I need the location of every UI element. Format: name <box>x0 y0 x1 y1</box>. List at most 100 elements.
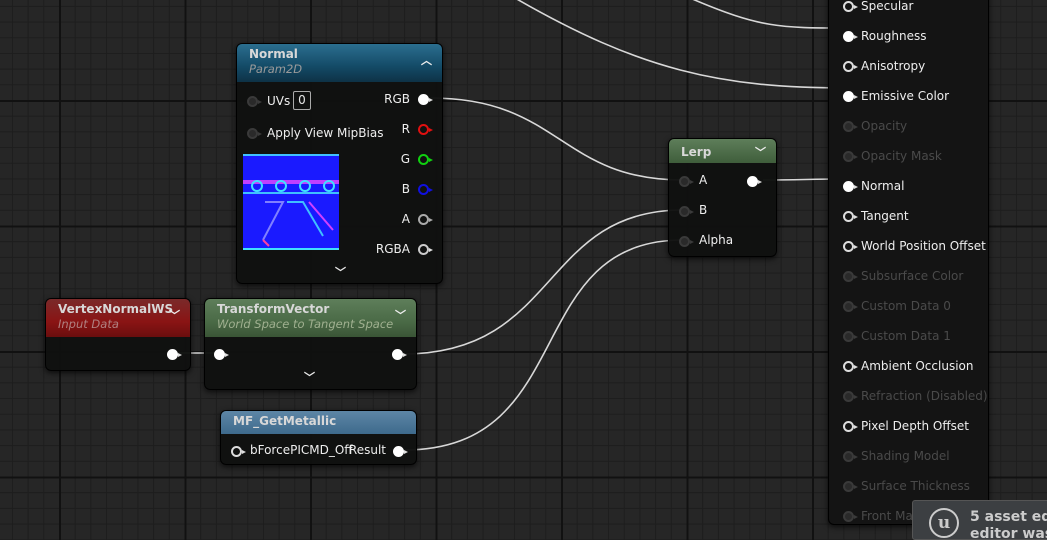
chevron-down-icon[interactable]: ﹀ <box>169 307 180 323</box>
wire-to-emissive <box>516 0 848 89</box>
g-output-pin[interactable] <box>418 154 433 165</box>
material-pin-label: Custom Data 0 <box>861 299 951 313</box>
material-pin-label: Surface Thickness <box>861 479 970 493</box>
node-subtitle: World Space to Tangent Space <box>217 317 394 331</box>
normal-map-thumbnail <box>243 154 339 250</box>
expand-chevron-down-icon[interactable]: ﹀ <box>304 369 315 385</box>
rgb-output-pin[interactable] <box>418 94 433 105</box>
toast-line-1: 5 asset edi <box>970 509 1047 525</box>
material-pin-label: Opacity Mask <box>861 149 942 163</box>
material-pin-custom-data-1[interactable] <box>843 331 858 342</box>
material-pin-label: Opacity <box>861 119 908 133</box>
material-pin-pixel-depth-offset[interactable] <box>843 421 858 432</box>
bforcepicmd-input-pin[interactable] <box>231 446 246 457</box>
material-pin-label: Tangent <box>861 209 909 223</box>
node-title: MF_GetMetallic <box>233 414 337 428</box>
b-output-pin[interactable] <box>418 184 433 195</box>
material-pin-label: Ambient Occlusion <box>861 359 974 373</box>
lerp-output-pin[interactable] <box>747 176 762 187</box>
chevron-down-icon[interactable]: ﹀ <box>755 144 766 160</box>
output-pin[interactable] <box>392 349 407 360</box>
alpha-input-pin[interactable] <box>679 236 694 247</box>
input-pin[interactable] <box>214 349 229 360</box>
material-pin-roughness[interactable] <box>843 31 858 42</box>
b-output-label: B <box>401 182 410 196</box>
material-pin-tangent[interactable] <box>843 211 858 222</box>
r-output-pin[interactable] <box>418 124 433 135</box>
material-pin-ambient-occlusion[interactable] <box>843 361 858 372</box>
node-subtitle: Param2D <box>249 62 303 76</box>
material-pin-world-position-offset[interactable] <box>843 241 858 252</box>
notification-toast[interactable]: u 5 asset edi editor was <box>912 500 1047 540</box>
material-pin-custom-data-0[interactable] <box>843 301 858 312</box>
material-pin-label: Emissive Color <box>861 89 950 103</box>
rgba-output-label: RGBA <box>375 242 410 256</box>
wire-rgb-to-lerp-a <box>430 97 684 181</box>
texture-param-node-normal[interactable]: Normal Param2D ︿ UVs 0 Apply View MipBia… <box>236 43 443 284</box>
lerp-node[interactable]: Lerp ﹀ A B Alpha <box>668 138 777 257</box>
material-pin-label: Subsurface Color <box>861 269 964 283</box>
wire-to-roughness <box>692 0 848 29</box>
unreal-logo-icon: u <box>929 508 959 538</box>
node-header[interactable]: TransformVector World Space to Tangent S… <box>205 299 416 337</box>
expand-chevron-down-icon[interactable]: ﹀ <box>335 264 346 280</box>
material-pin-opacity-mask[interactable] <box>843 151 858 162</box>
uvs-label: UVs <box>267 94 291 108</box>
material-result-node[interactable]: Specular Roughness Anisotropy Emissive Colo… <box>828 0 989 525</box>
material-pin-label: Roughness <box>861 29 927 43</box>
texture-preview <box>243 154 339 250</box>
material-pin-surface-thickness[interactable] <box>843 481 858 492</box>
node-subtitle: Input Data <box>58 317 119 331</box>
rgba-output-pin[interactable] <box>418 244 433 255</box>
a-input-pin[interactable] <box>679 176 694 187</box>
material-pin-normal[interactable] <box>843 181 858 192</box>
a-output-label: A <box>401 212 410 226</box>
b-input-pin[interactable] <box>679 206 694 217</box>
material-pin-front-ma[interactable] <box>843 511 858 522</box>
bforcepicmd-label: bForcePICMD_Off <box>250 443 353 457</box>
output-pin[interactable] <box>167 349 182 360</box>
material-pin-opacity[interactable] <box>843 121 858 132</box>
material-pin-label: Pixel Depth Offset <box>861 419 969 433</box>
node-title: TransformVector <box>217 302 330 316</box>
a-output-pin[interactable] <box>418 214 433 225</box>
uvs-value-field[interactable]: 0 <box>293 91 311 110</box>
material-pin-label: Custom Data 1 <box>861 329 951 343</box>
collapse-chevron-up-icon[interactable]: ︿ <box>421 52 432 68</box>
material-pin-label: Normal <box>861 179 905 193</box>
node-title: VertexNormalWS <box>58 302 174 316</box>
node-header[interactable]: Normal Param2D ︿ <box>237 44 442 82</box>
material-pin-specular[interactable] <box>843 1 858 12</box>
b-input-label: B <box>699 203 708 217</box>
result-output-pin[interactable] <box>393 446 408 457</box>
material-pin-label: Front Ma <box>861 509 913 523</box>
wire-transform-to-lerp-b <box>402 209 684 355</box>
uvs-input-pin[interactable] <box>247 96 262 107</box>
material-pin-label: Specular <box>861 0 914 13</box>
material-pin-label: Shading Model <box>861 449 950 463</box>
node-title: Normal <box>249 47 298 61</box>
material-pin-subsurface-color[interactable] <box>843 271 858 282</box>
material-pin-refraction-disabled-[interactable] <box>843 391 858 402</box>
mipbias-input-pin[interactable] <box>247 128 262 139</box>
node-header[interactable]: Lerp ﹀ <box>669 139 776 163</box>
r-output-label: R <box>401 122 410 136</box>
a-input-label: A <box>699 173 708 187</box>
material-pin-shading-model[interactable] <box>843 451 858 462</box>
result-label: Result <box>348 443 386 457</box>
material-pin-anisotropy[interactable] <box>843 61 858 72</box>
transform-vector-node[interactable]: TransformVector World Space to Tangent S… <box>204 298 417 390</box>
vertex-normal-ws-node[interactable]: VertexNormalWS Input Data ﹀ <box>45 298 191 371</box>
material-pin-label: World Position Offset <box>861 239 986 253</box>
chevron-down-icon[interactable]: ﹀ <box>395 307 406 323</box>
toast-line-2: editor was <box>970 526 1047 540</box>
alpha-input-label: Alpha <box>699 233 734 247</box>
material-pin-label: Anisotropy <box>861 59 926 73</box>
mf-get-metallic-node[interactable]: MF_GetMetallic bForcePICMD_Off Result <box>220 410 417 465</box>
node-header[interactable]: VertexNormalWS Input Data ﹀ <box>46 299 190 337</box>
material-pin-emissive-color[interactable] <box>843 91 858 102</box>
material-pin-label: Refraction (Disabled) <box>861 389 988 403</box>
rgb-output-label: RGB <box>384 92 410 106</box>
node-header[interactable]: MF_GetMetallic <box>221 411 416 434</box>
mipbias-label: Apply View MipBias <box>267 126 384 140</box>
